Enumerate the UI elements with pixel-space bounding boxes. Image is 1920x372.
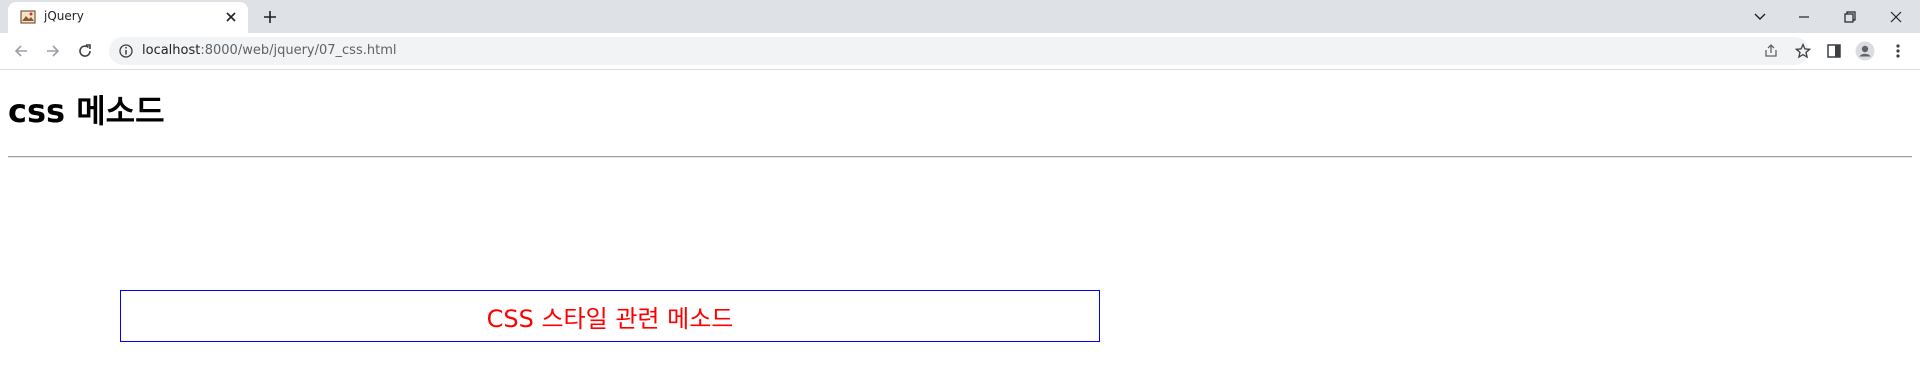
side-panel-icon[interactable]: [1824, 41, 1844, 61]
kebab-menu-icon[interactable]: [1888, 41, 1908, 61]
close-icon[interactable]: [1876, 0, 1916, 33]
reload-icon[interactable]: [71, 37, 99, 65]
css-styled-box: CSS 스타일 관련 메소드: [120, 290, 1100, 342]
close-tab-icon[interactable]: [223, 9, 239, 25]
tab-strip: jQuery: [0, 0, 1920, 33]
restore-icon[interactable]: [1830, 0, 1870, 33]
horizontal-rule: [8, 156, 1912, 158]
arrow-left-icon[interactable]: [7, 37, 35, 65]
star-icon[interactable]: [1793, 41, 1813, 61]
url-text: localhost:8000/web/jquery/07_css.html: [142, 43, 396, 58]
chevron-down-icon[interactable]: [1740, 0, 1780, 33]
arrow-right-icon[interactable]: [39, 37, 67, 65]
page-title: css 메소드: [8, 92, 165, 130]
browser-tab-active[interactable]: jQuery: [8, 2, 248, 33]
url-path: :8000/web/jquery/07_css.html: [200, 43, 397, 58]
profile-icon[interactable]: [1855, 41, 1875, 61]
tab-title: jQuery: [44, 9, 84, 23]
url-host: localhost: [142, 43, 201, 58]
info-icon[interactable]: [118, 43, 134, 59]
browser-toolbar: localhost:8000/web/jquery/07_css.html: [0, 33, 1920, 70]
address-bar[interactable]: localhost:8000/web/jquery/07_css.html: [109, 37, 1811, 65]
image-icon: [20, 9, 36, 25]
minimize-icon[interactable]: [1784, 0, 1824, 33]
plus-icon[interactable]: [259, 6, 281, 28]
page-content: css 메소드 CSS 스타일 관련 메소드: [0, 70, 1920, 372]
share-icon[interactable]: [1761, 41, 1781, 61]
